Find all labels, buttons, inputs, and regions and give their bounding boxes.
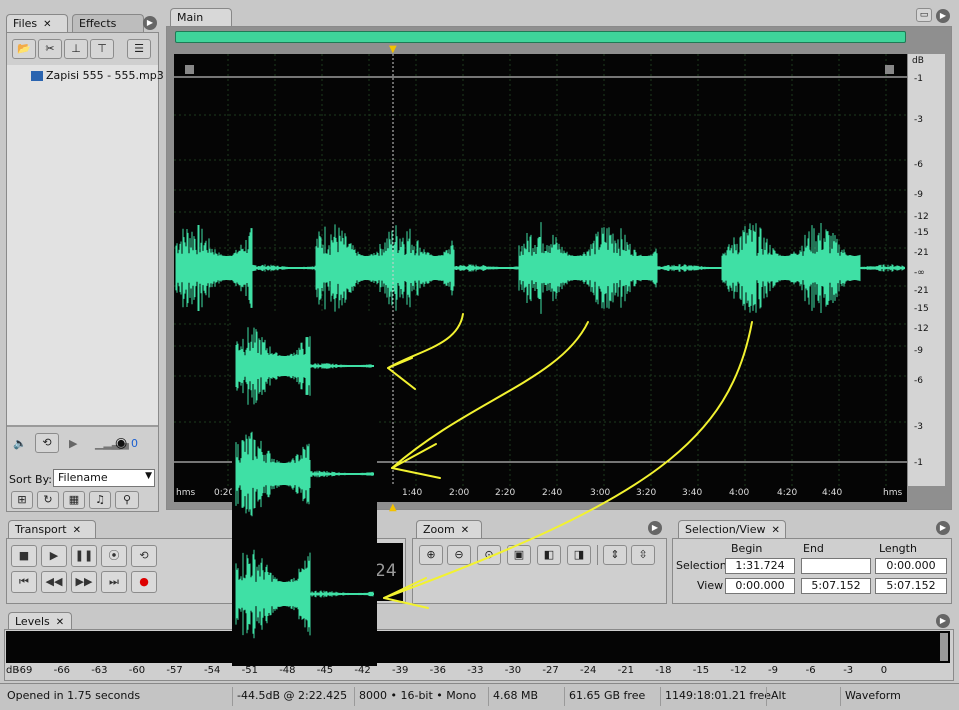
- arrow-3-head: [383, 577, 429, 609]
- status-time-free: 1149:18:01.21 free: [660, 687, 771, 706]
- arrow-1: [387, 313, 464, 369]
- status-cursor: -44.5dB @ 2:22.425: [232, 687, 352, 706]
- status-opened: Opened in 1.75 seconds: [7, 689, 141, 702]
- status-size: 4.68 MB: [488, 687, 562, 706]
- status-view-mode: Waveform: [840, 687, 955, 706]
- status-free: 61.65 GB free: [564, 687, 660, 706]
- arrow-2: [391, 321, 589, 469]
- status-key: Alt: [766, 687, 838, 706]
- status-format: 8000 • 16-bit • Mono: [354, 687, 488, 706]
- status-bar: Opened in 1.75 seconds -44.5dB @ 2:22.42…: [0, 683, 959, 710]
- arrow-3: [383, 321, 753, 599]
- arrow-1-head: [387, 357, 416, 390]
- annotation-arrows: [383, 313, 753, 609]
